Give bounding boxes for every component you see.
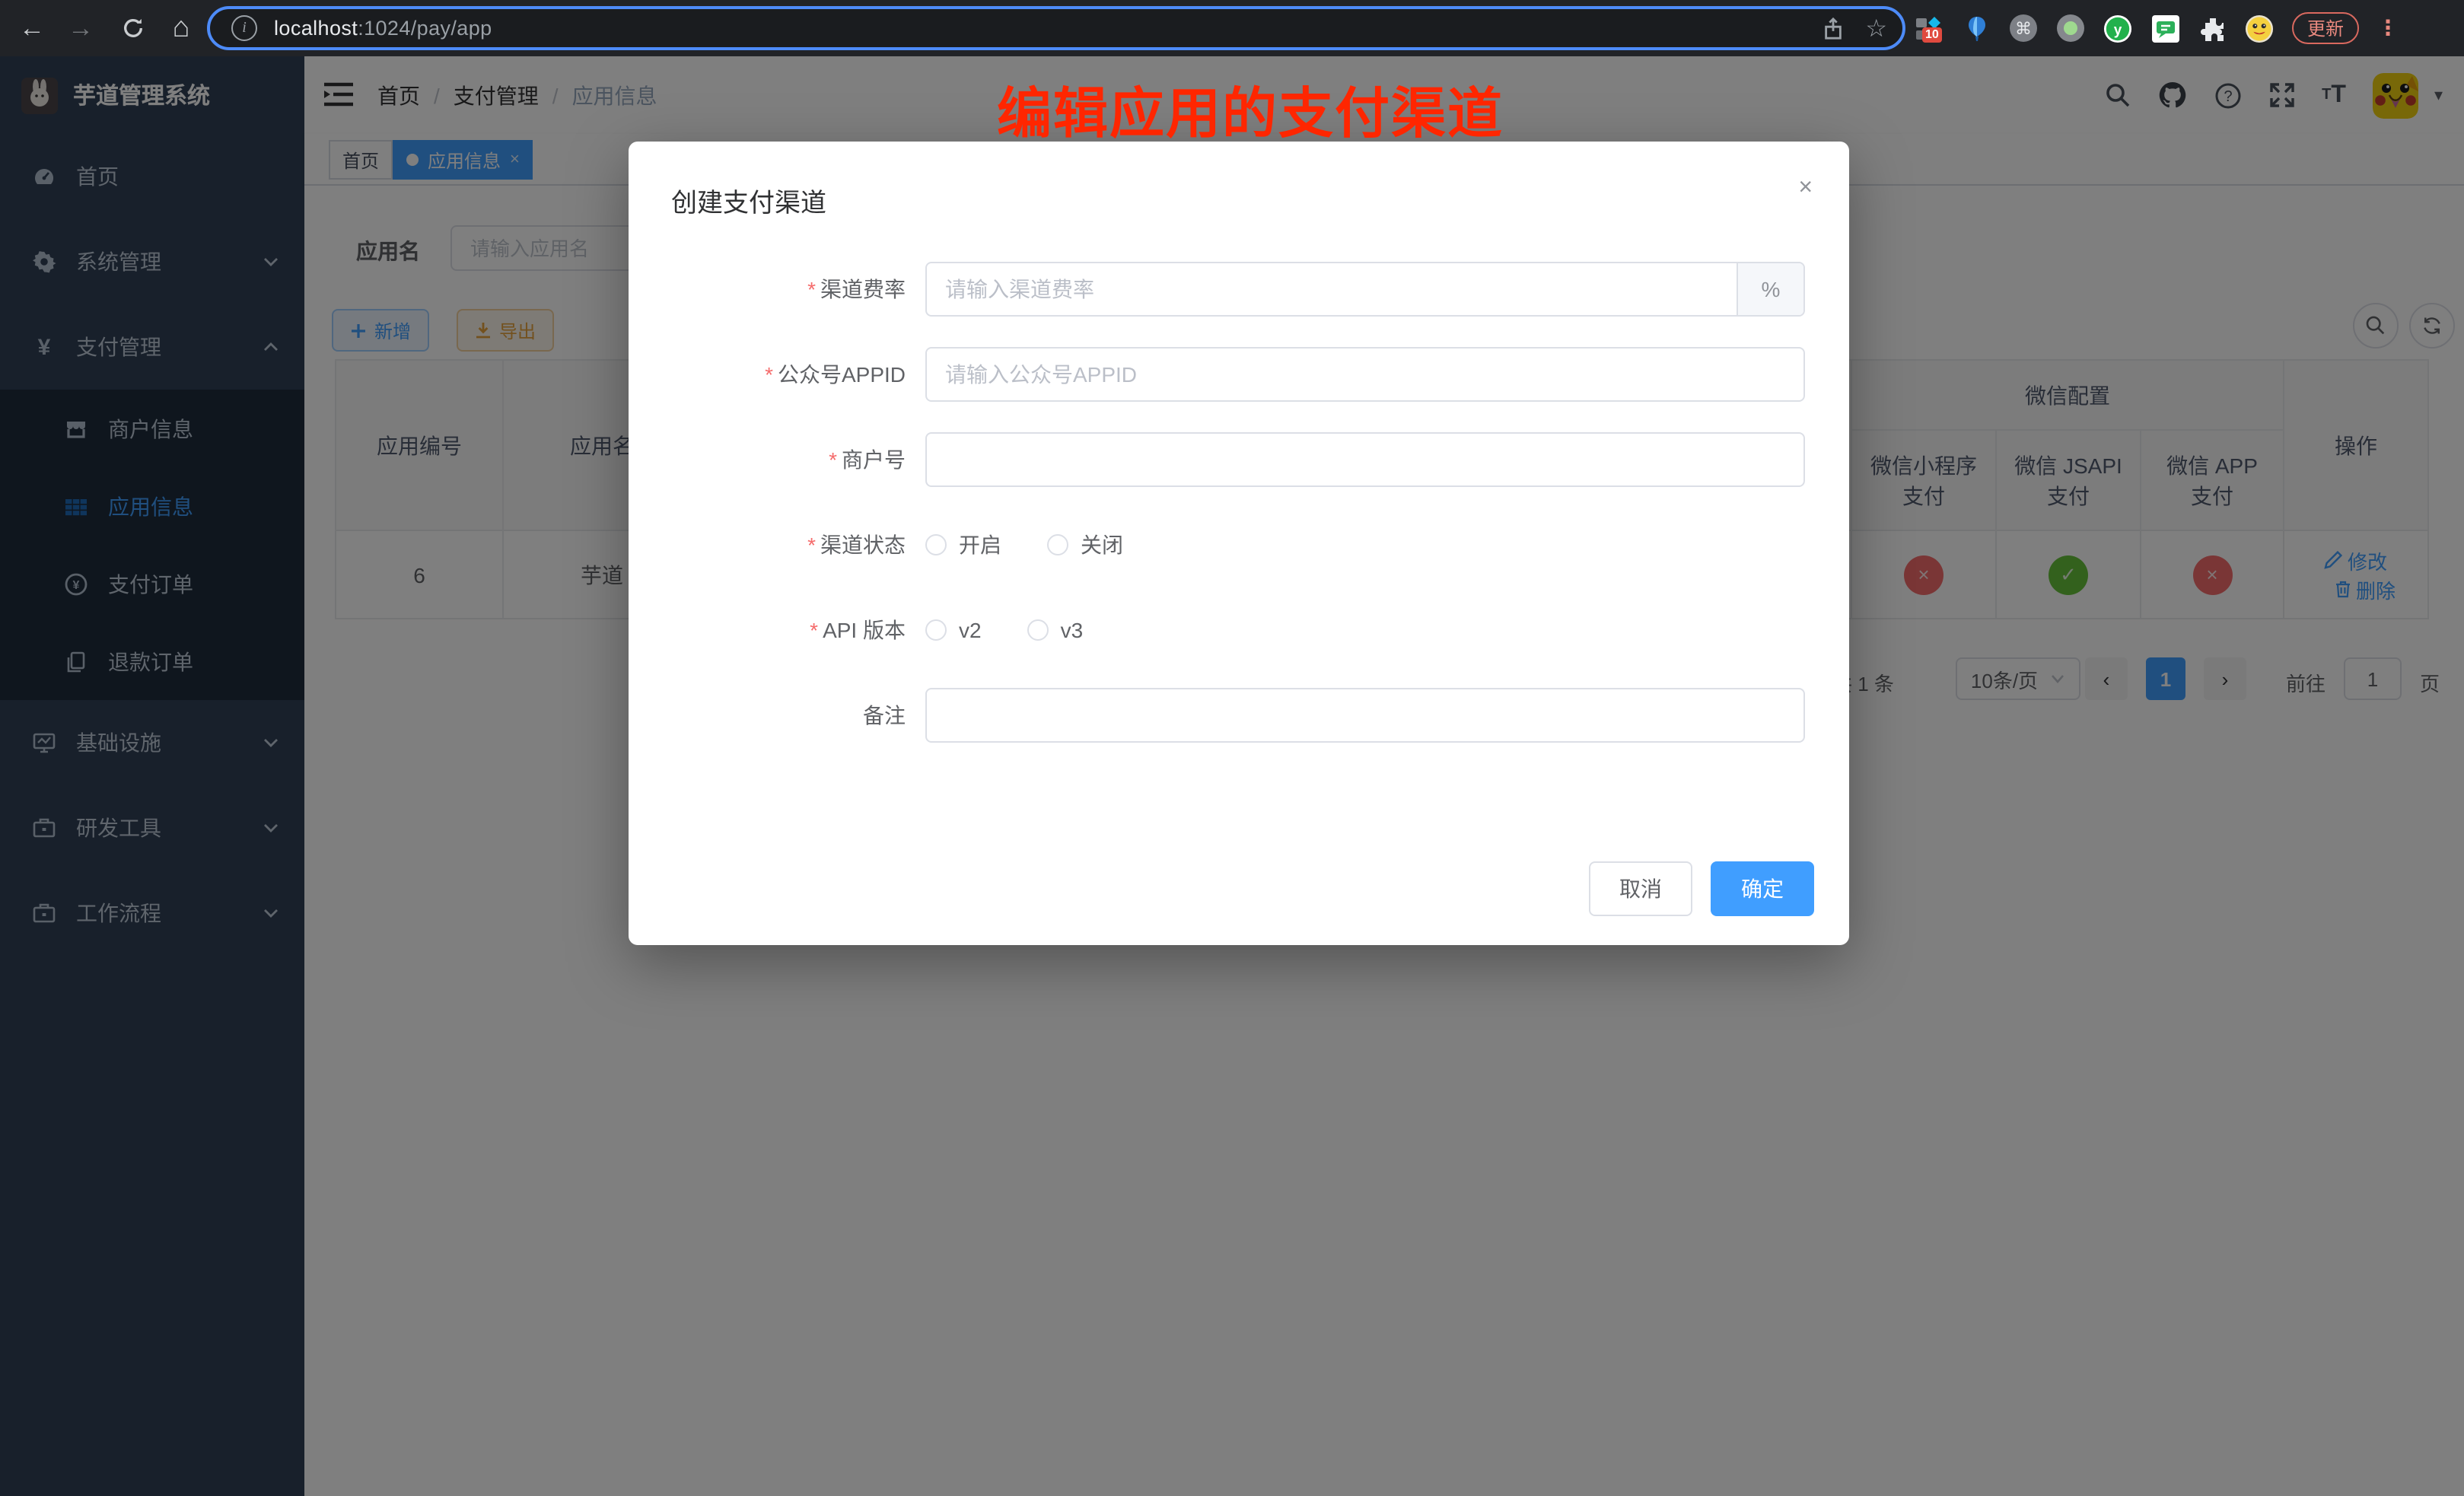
browser-toolbar: ← → ⌂ i localhost:1024/pay/app ☆ 10 [0,0,2464,56]
url-path: :1024/pay/app [358,17,492,40]
required-asterisk: * [807,277,816,301]
browser-home-icon[interactable]: ⌂ [161,0,201,56]
api-v2-radio[interactable]: v2 [925,618,982,642]
browser-forward-icon[interactable]: → [61,0,100,56]
appid-input[interactable] [925,347,1805,402]
share-icon[interactable] [1821,16,1844,40]
cancel-button[interactable]: 取消 [1589,861,1692,916]
extension-badge: 10 [1922,27,1942,43]
percent-suffix: % [1737,263,1803,315]
url-host: localhost [274,17,358,40]
url-text[interactable]: localhost:1024/pay/app [274,17,492,40]
required-asterisk: * [765,362,773,387]
browser-back-icon[interactable]: ← [12,0,52,56]
extension-chat-icon[interactable] [2150,14,2179,43]
form-row-appid: *公众号APPID [629,347,1816,402]
extension-command-icon[interactable]: ⌘ [2009,14,2038,43]
form-row-remark: 备注 [629,688,1816,743]
create-payment-channel-dialog: 创建支付渠道 × *渠道费率 % *公众号APPID *商户号 [629,142,1849,945]
status-on-label: 开启 [959,530,1001,560]
status-off-radio[interactable]: 关闭 [1047,530,1123,560]
rate-input[interactable] [927,263,1737,315]
browser-update-button[interactable]: 更新 [2292,12,2359,44]
required-asterisk: * [807,533,816,557]
api-v2-label: v2 [959,618,982,642]
dialog-title: 创建支付渠道 [671,181,826,219]
radio-circle-icon [1047,534,1068,555]
status-label: *渠道状态 [629,530,925,560]
dialog-close-icon[interactable]: × [1798,175,1813,202]
required-asterisk: * [810,618,818,642]
form-row-rate: *渠道费率 % [629,262,1816,317]
form-row-api-version: *API 版本 v2 v3 [629,603,1816,657]
merchant-input[interactable] [925,432,1805,487]
dialog-form: *渠道费率 % *公众号APPID *商户号 *渠道状态 [629,262,1816,773]
profile-avatar-icon[interactable] [2245,14,2274,43]
extensions-area: 10 ⌘ y 更新 ⋮ [1915,0,2396,56]
svg-text:⌘: ⌘ [2015,20,2032,39]
remark-input[interactable] [925,688,1805,743]
status-off-label: 关闭 [1081,530,1123,560]
svg-text:y: y [2114,22,2122,38]
status-on-radio[interactable]: 开启 [925,530,1001,560]
extension-tab-manager-icon[interactable]: 10 [1915,14,1944,43]
form-row-merchant: *商户号 [629,432,1816,487]
browser-reload-icon[interactable] [113,0,152,56]
browser-menu-icon[interactable]: ⋮ [2377,15,2396,41]
radio-circle-icon [1027,619,1049,641]
radio-circle-icon [925,619,947,641]
rate-input-group: % [925,262,1805,317]
api-v3-radio[interactable]: v3 [1027,618,1084,642]
radio-circle-icon [925,534,947,555]
form-row-status: *渠道状态 开启 关闭 [629,517,1816,572]
rate-label: *渠道费率 [629,274,925,304]
appid-label: *公众号APPID [629,359,925,390]
extensions-puzzle-icon[interactable] [2198,14,2227,43]
remark-label: 备注 [629,700,925,730]
confirm-button[interactable]: 确定 [1711,861,1814,916]
api-v3-label: v3 [1061,618,1084,642]
extension-balloon-icon[interactable] [1962,14,1991,43]
extension-recorder-icon[interactable] [2056,14,2085,43]
address-bar[interactable]: i localhost:1024/pay/app ☆ [207,6,1905,50]
merchant-label: *商户号 [629,444,925,475]
required-asterisk: * [829,447,837,472]
api-version-label: *API 版本 [629,615,925,645]
screen: ← → ⌂ i localhost:1024/pay/app ☆ 10 [0,0,2464,1496]
site-info-icon[interactable]: i [231,15,257,41]
annotation-text: 编辑应用的支付渠道 [997,70,1504,149]
dialog-footer: 取消 确定 [1589,861,1814,916]
extension-y-icon[interactable]: y [2103,14,2132,43]
bookmark-star-icon[interactable]: ☆ [1865,13,1887,43]
